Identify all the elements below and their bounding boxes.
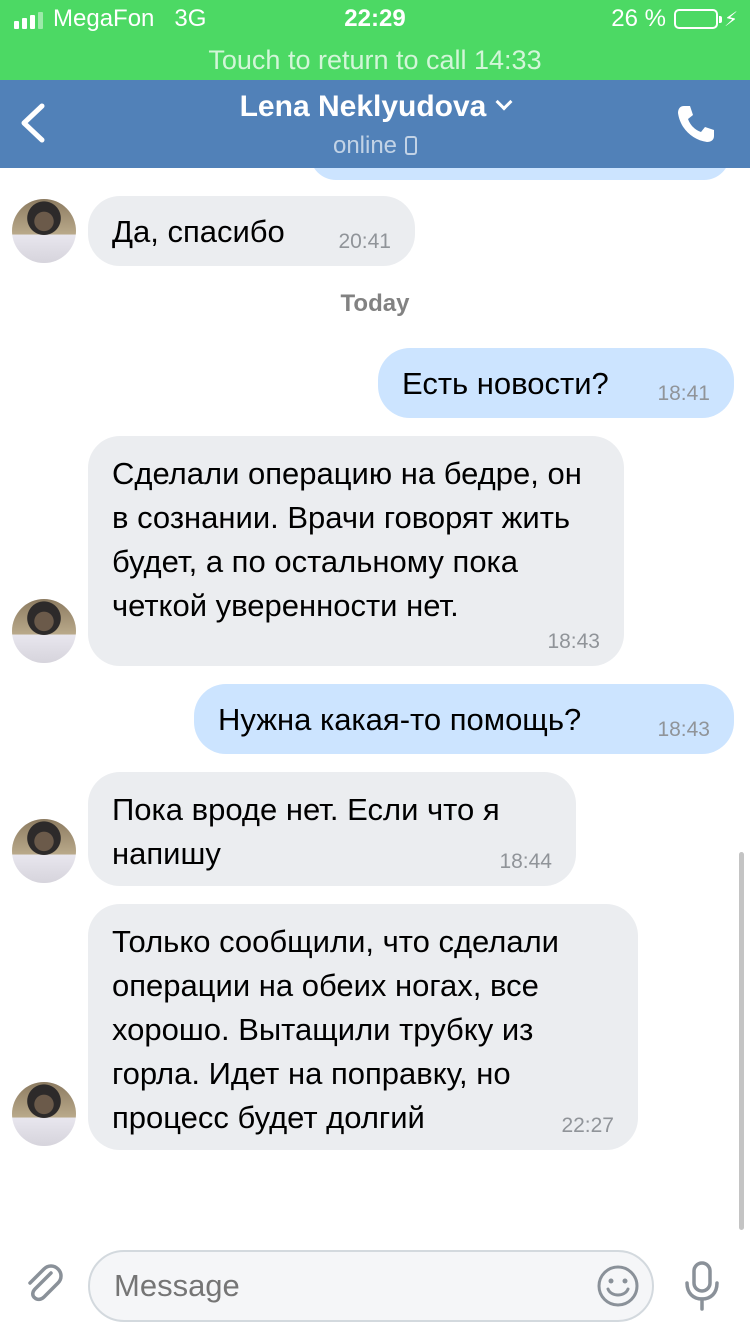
message-text: Нужна какая-то помощь? (218, 702, 582, 737)
online-status: online (332, 132, 398, 159)
status-bar: MegaFon 3G 22:29 26 % ⚡ (0, 0, 750, 40)
message-composer (0, 1234, 750, 1334)
avatar[interactable] (12, 599, 76, 663)
message-bubble-incoming[interactable]: Только сообщили, что сделали операции на… (88, 904, 638, 1150)
mobile-device-icon (405, 136, 418, 155)
paperclip-icon[interactable] (20, 1260, 68, 1308)
message-time: 20:41 (338, 230, 391, 253)
status-right: 26 % ⚡ (611, 5, 738, 33)
chevron-down-icon (495, 93, 513, 111)
message-list[interactable]: Да, спасибо 20:41 Today Есть новости? 18… (0, 168, 750, 1234)
message-time: 18:44 (499, 850, 552, 873)
microphone-icon[interactable] (680, 1260, 724, 1312)
message-text: Только сообщили, что сделали операции на… (112, 924, 560, 1135)
avatar[interactable] (12, 819, 76, 883)
battery-icon (673, 9, 722, 29)
message-time: 18:43 (657, 718, 710, 741)
previous-outgoing-bubble (310, 168, 730, 180)
call-phone-icon[interactable] (674, 102, 718, 146)
battery-percent: 26 % (611, 5, 666, 32)
return-to-call-banner[interactable]: Touch to return to call 14:33 (0, 40, 750, 80)
message-text: Сделали операцию на бедре, он в сознании… (112, 456, 582, 623)
chat-header: Lena Neklyudova online (0, 80, 750, 168)
scrollbar[interactable] (739, 852, 744, 1230)
message-time: 18:41 (657, 382, 710, 405)
smile-icon[interactable] (596, 1264, 640, 1308)
charging-bolt-icon: ⚡ (723, 8, 738, 31)
message-time: 22:27 (561, 1114, 614, 1137)
message-bubble-incoming[interactable]: Да, спасибо 20:41 (88, 196, 415, 266)
message-text: Пока вроде нет. Если что я напишу (112, 792, 500, 871)
avatar[interactable] (12, 1082, 76, 1146)
contact-name: Lena Neklyudova (239, 90, 487, 123)
message-bubble-outgoing[interactable]: Есть новости? 18:41 (378, 348, 734, 418)
contact-status: online (0, 132, 750, 160)
message-bubble-incoming[interactable]: Сделали операцию на бедре, он в сознании… (88, 436, 624, 666)
message-input[interactable] (88, 1250, 654, 1322)
message-time: 18:43 (547, 630, 600, 653)
message-bubble-outgoing[interactable]: Нужна какая-то помощь? 18:43 (194, 684, 734, 754)
contact-name-button[interactable]: Lena Neklyudova (0, 90, 750, 124)
avatar[interactable] (12, 199, 76, 263)
message-bubble-incoming[interactable]: Пока вроде нет. Если что я напишу 18:44 (88, 772, 576, 886)
date-separator: Today (340, 290, 410, 317)
